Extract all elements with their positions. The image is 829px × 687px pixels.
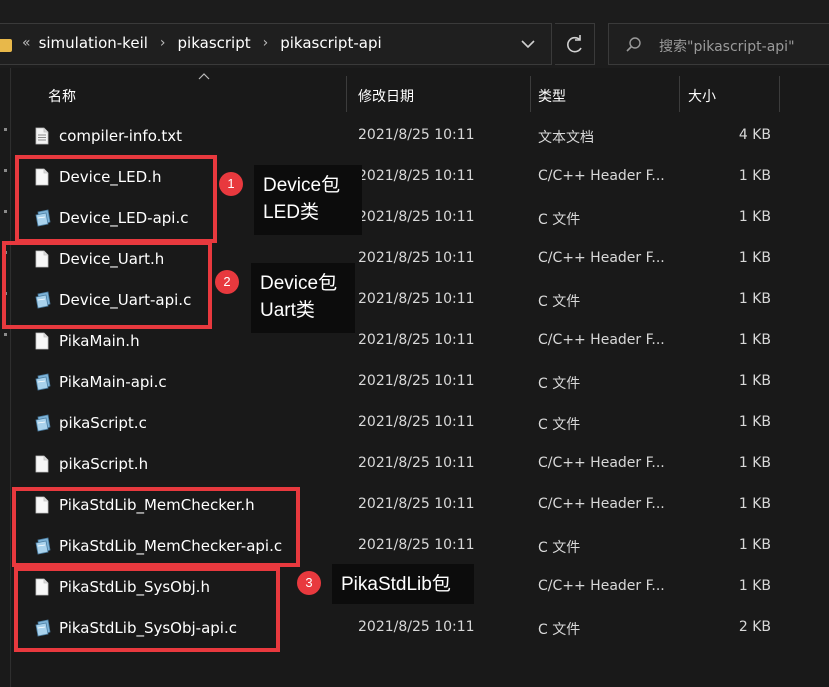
file-type: 文本文档 [538, 130, 594, 146]
file-size: 1 KB [738, 168, 771, 184]
file-name[interactable]: pikaScript.h [59, 455, 148, 473]
file-size: 1 KB [738, 537, 771, 553]
annotation-box [15, 155, 217, 243]
header-file-icon [34, 455, 50, 473]
c-file-icon [34, 373, 51, 391]
file-modified-date: 2021/8/25 10:11 [358, 209, 475, 225]
file-size: 1 KB [738, 578, 771, 594]
column-header-row: 名称 修改日期 类型 大小 [12, 73, 829, 114]
breadcrumb-item[interactable]: pikascript [178, 34, 251, 52]
search-box[interactable]: 搜索"pikascript-api" [608, 23, 829, 65]
file-type: C/C++ Header F... [538, 455, 665, 471]
column-header-name[interactable]: 名称 [48, 86, 76, 106]
file-name[interactable]: compiler-info.txt [59, 127, 182, 145]
file-size: 1 KB [738, 373, 771, 389]
file-type: C/C++ Header F... [538, 496, 665, 512]
sort-ascending-icon [198, 73, 210, 80]
file-name[interactable]: pikaScript.c [59, 414, 147, 432]
callout-line: Uart类 [260, 300, 315, 321]
annotation-badge: 3 [297, 571, 321, 595]
file-type: C 文件 [538, 294, 581, 310]
column-header-type[interactable]: 类型 [538, 86, 566, 106]
file-size: 1 KB [738, 250, 771, 266]
file-type: C 文件 [538, 212, 581, 228]
refresh-button[interactable] [555, 23, 595, 65]
callout-line: PikaStdLib包 [341, 574, 451, 595]
file-modified-date: 2021/8/25 10:11 [358, 168, 475, 184]
breadcrumb-item[interactable]: simulation-keil [39, 34, 148, 52]
file-row[interactable]: pikaScript.h 2021/8/25 10:11 C/C++ Header … [0, 443, 829, 484]
annotation-callout: Device包 Uart类 [251, 263, 355, 333]
callout-line: Device包 [260, 273, 338, 294]
annotation-badge: 2 [215, 270, 239, 294]
file-modified-date: 2021/8/25 10:11 [358, 619, 475, 635]
column-divider[interactable] [779, 76, 780, 112]
search-input[interactable]: 搜索"pikascript-api" [659, 36, 795, 56]
column-divider[interactable] [530, 76, 531, 112]
annotation-box [14, 567, 280, 652]
file-type: C 文件 [538, 540, 581, 556]
annotation-callout: PikaStdLib包 [332, 564, 474, 604]
file-size: 1 KB [738, 455, 771, 471]
file-size: 1 KB [738, 291, 771, 307]
column-divider[interactable] [679, 76, 680, 112]
file-type: C/C++ Header F... [538, 168, 665, 184]
chevron-right-icon[interactable]: › [160, 35, 166, 51]
breadcrumb: « simulation-keil › pikascript › pikascr… [22, 34, 382, 52]
file-modified-date: 2021/8/25 10:11 [358, 291, 475, 307]
column-divider[interactable] [346, 76, 347, 112]
file-size: 1 KB [738, 209, 771, 225]
file-modified-date: 2021/8/25 10:11 [358, 332, 475, 348]
text-file-icon [34, 127, 50, 145]
chevron-right-icon[interactable]: › [263, 35, 269, 51]
file-size: 4 KB [738, 127, 771, 143]
search-icon [626, 37, 641, 52]
file-type: C/C++ Header F... [538, 332, 665, 348]
file-name[interactable]: PikaMain.h [59, 332, 140, 350]
file-modified-date: 2021/8/25 10:11 [358, 455, 475, 471]
file-type: C 文件 [538, 417, 581, 433]
header-file-icon [34, 332, 50, 350]
file-type: C 文件 [538, 622, 581, 638]
file-modified-date: 2021/8/25 10:11 [358, 127, 475, 143]
file-size: 1 KB [738, 414, 771, 430]
file-size: 1 KB [738, 332, 771, 348]
annotation-callout: Device包 LED类 [254, 165, 362, 235]
file-row[interactable]: compiler-info.txt 2021/8/25 10:11 文本文档 4 KB [0, 115, 829, 156]
toolbar: « simulation-keil › pikascript › pikascr… [0, 0, 829, 68]
refresh-icon [567, 35, 582, 53]
file-name[interactable]: PikaMain-api.c [59, 373, 167, 391]
c-file-icon [34, 414, 51, 432]
callout-line: LED类 [263, 202, 319, 223]
file-modified-date: 2021/8/25 10:11 [358, 496, 475, 512]
file-size: 1 KB [738, 496, 771, 512]
annotation-badge: 1 [219, 172, 243, 196]
callout-line: Device包 [263, 175, 341, 196]
chevron-down-icon[interactable] [518, 34, 538, 54]
breadcrumb-overflow[interactable]: « [22, 35, 31, 51]
address-bar[interactable]: « simulation-keil › pikascript › pikascr… [0, 23, 552, 65]
folder-icon [0, 39, 12, 52]
column-header-modified[interactable]: 修改日期 [358, 86, 414, 106]
column-header-size[interactable]: 大小 [688, 86, 716, 106]
file-type: C 文件 [538, 376, 581, 392]
annotation-box [12, 487, 300, 567]
file-modified-date: 2021/8/25 10:11 [358, 373, 475, 389]
breadcrumb-item[interactable]: pikascript-api [280, 34, 381, 52]
file-type: C/C++ Header F... [538, 578, 665, 594]
annotation-box [2, 241, 212, 329]
file-modified-date: 2021/8/25 10:11 [358, 537, 475, 553]
file-modified-date: 2021/8/25 10:11 [358, 250, 475, 266]
file-row[interactable]: pikaScript.c 2021/8/25 10:11 C 文件 1 KB [0, 402, 829, 443]
file-row[interactable]: PikaMain-api.c 2021/8/25 10:11 C 文件 1 KB [0, 361, 829, 402]
file-modified-date: 2021/8/25 10:11 [358, 414, 475, 430]
file-type: C/C++ Header F... [538, 250, 665, 266]
file-size: 2 KB [738, 619, 771, 635]
